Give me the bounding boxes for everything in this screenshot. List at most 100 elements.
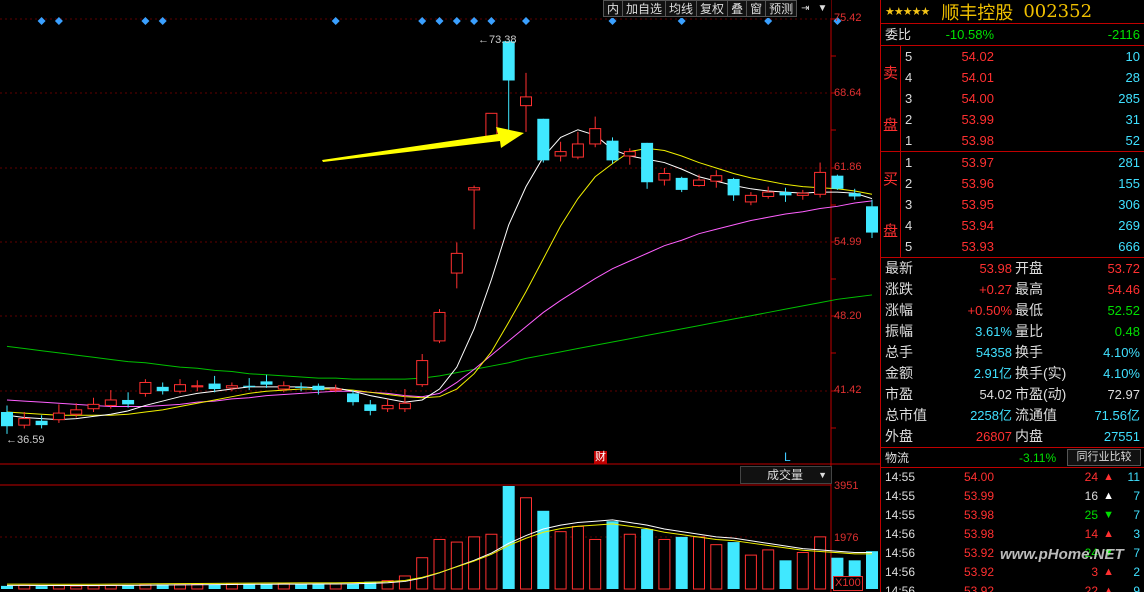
sector-label[interactable]: 物流: [885, 448, 909, 468]
l-event-marker[interactable]: L: [784, 450, 791, 464]
sell-order-row[interactable]: 3 54.00 285: [881, 88, 1144, 109]
tick-price: 53.92: [963, 584, 994, 592]
candle-body: [312, 385, 325, 391]
candle-body: [225, 385, 238, 389]
stat-label: 市盈(动): [1015, 386, 1067, 402]
stat-label: 涨幅: [885, 302, 913, 318]
tick-price: 53.92: [963, 546, 994, 560]
event-diamond-icon: [677, 17, 686, 25]
sell-order-row[interactable]: 5 54.02 10: [881, 46, 1144, 67]
volume-indicator-select[interactable]: 成交量 ▼: [740, 466, 832, 484]
order-level: 3: [905, 91, 913, 106]
candle-body: [364, 404, 377, 411]
order-volume: 28: [1125, 70, 1140, 85]
buy-order-row[interactable]: 2 53.96 155: [881, 173, 1144, 194]
sell-orders: 卖盘 5 54.02 10 4 54.01 28 3 54.00 285 2 53.99 31 1 53.…: [881, 46, 1144, 152]
chart-toolbar: 内 加自选 均线 复权 叠 窗 预测 ⇥ ▼: [603, 0, 832, 18]
arrow-up-icon: ▲: [1103, 471, 1114, 483]
stat-value: 3.61%: [975, 324, 1012, 339]
candle-body: [295, 386, 308, 388]
kline-chart-area[interactable]: [0, 0, 880, 592]
candle-body: [70, 409, 83, 415]
volume-bar: [675, 536, 688, 589]
order-volume: 269: [1118, 218, 1140, 233]
event-diamond-icon: [37, 17, 46, 25]
order-price: 53.98: [961, 133, 994, 148]
chevron-down-icon[interactable]: ▼: [814, 0, 832, 18]
stat-value: 54.02: [979, 387, 1012, 402]
order-price: 53.96: [961, 176, 994, 191]
stat-label: 量比: [1015, 323, 1043, 339]
candle-body: [485, 112, 498, 137]
compare-industry-button[interactable]: 同行业比较: [1067, 449, 1141, 466]
sector-row: 物流 -3.11% 同行业比较: [881, 448, 1144, 468]
tick-volume: 25: [1084, 508, 1098, 522]
tick-row: 14:55 53.99 16 ▲ 7: [881, 487, 1144, 506]
arrow-up-icon: ▲: [1103, 585, 1114, 592]
price-axis-label: 75.42: [834, 12, 862, 24]
order-volume: 281: [1118, 155, 1140, 170]
candle-body: [589, 128, 602, 145]
candle-body: [710, 175, 723, 182]
stat-label: 最低: [1015, 302, 1043, 318]
stat-value: 27551: [1103, 429, 1140, 444]
candle-body: [744, 194, 757, 203]
stat-row: 金额 2.91亿 换手(实) 4.10%: [881, 363, 1144, 384]
order-volume: 155: [1118, 176, 1140, 191]
buy-order-row[interactable]: 4 53.94 269: [881, 215, 1144, 236]
tick-time: 14:56: [885, 584, 916, 592]
price-axis-label: 68.64: [834, 87, 862, 99]
price-axis-label: 61.86: [834, 161, 862, 173]
volume-bar: [571, 525, 584, 590]
tick-price: 53.98: [963, 527, 994, 541]
tick-time: 14:56: [885, 565, 916, 579]
forecast-button[interactable]: 预测: [766, 0, 798, 17]
price-axis-label: 54.99: [834, 236, 862, 248]
add-watchlist-button[interactable]: 加自选: [623, 0, 667, 17]
volume-bar: [295, 584, 308, 589]
stock-name[interactable]: 顺丰控股: [941, 0, 1013, 25]
sell-order-row[interactable]: 2 53.99 31: [881, 109, 1144, 130]
volume-bar: [35, 586, 48, 589]
moving-average-button[interactable]: 均线: [666, 0, 698, 17]
order-price: 53.95: [961, 197, 994, 212]
event-diamond-icon: [418, 17, 427, 25]
adjust-price-button[interactable]: 复权: [697, 0, 729, 17]
ma10-line: [6, 147, 873, 416]
tick-row: 14:55 54.00 24 ▲ 11: [881, 468, 1144, 487]
order-level: 4: [905, 70, 913, 85]
overlay-button[interactable]: 叠: [728, 0, 748, 17]
buy-order-row[interactable]: 5 53.93 666: [881, 236, 1144, 257]
stat-value: +0.27: [979, 282, 1012, 297]
pin-icon[interactable]: ⇥: [797, 0, 813, 18]
volume-axis-label: 1976: [834, 532, 859, 544]
order-level: 1: [905, 133, 913, 148]
tick-volume: 16: [1084, 489, 1098, 503]
finance-event-marker[interactable]: 财: [594, 451, 607, 464]
sell-order-row[interactable]: 4 54.01 28: [881, 67, 1144, 88]
watermark: www.pHome.NET: [1000, 546, 1124, 563]
tick-count: 7: [1133, 546, 1140, 560]
stat-row: 外盘 26807 内盘 27551: [881, 426, 1144, 447]
toolbar-inner-button[interactable]: 内: [603, 0, 624, 17]
candle-body: [347, 393, 359, 403]
window-button[interactable]: 窗: [747, 0, 767, 17]
sell-order-row[interactable]: 1 53.98 52: [881, 130, 1144, 151]
volume-bar: [641, 529, 654, 589]
stat-value: +0.50%: [967, 303, 1012, 318]
order-ratio-pct: -10.58%: [945, 27, 994, 42]
candle-body: [450, 252, 463, 274]
price-axis-label: 48.20: [834, 310, 862, 322]
candle-body: [693, 179, 705, 187]
volume-bar: [104, 584, 117, 590]
tick-row: 14:56 53.98 14 ▲ 3: [881, 525, 1144, 544]
candle-body: [329, 388, 342, 391]
candle-body: [623, 151, 636, 157]
buy-order-row[interactable]: 3 53.95 306: [881, 194, 1144, 215]
buy-order-row[interactable]: 1 53.97 281: [881, 152, 1144, 173]
kline-chart[interactable]: [0, 0, 880, 592]
event-diamond-icon: [331, 17, 340, 25]
tick-count: 7: [1133, 489, 1140, 503]
candle-body: [243, 385, 256, 387]
stock-code[interactable]: 002352: [1023, 1, 1092, 22]
